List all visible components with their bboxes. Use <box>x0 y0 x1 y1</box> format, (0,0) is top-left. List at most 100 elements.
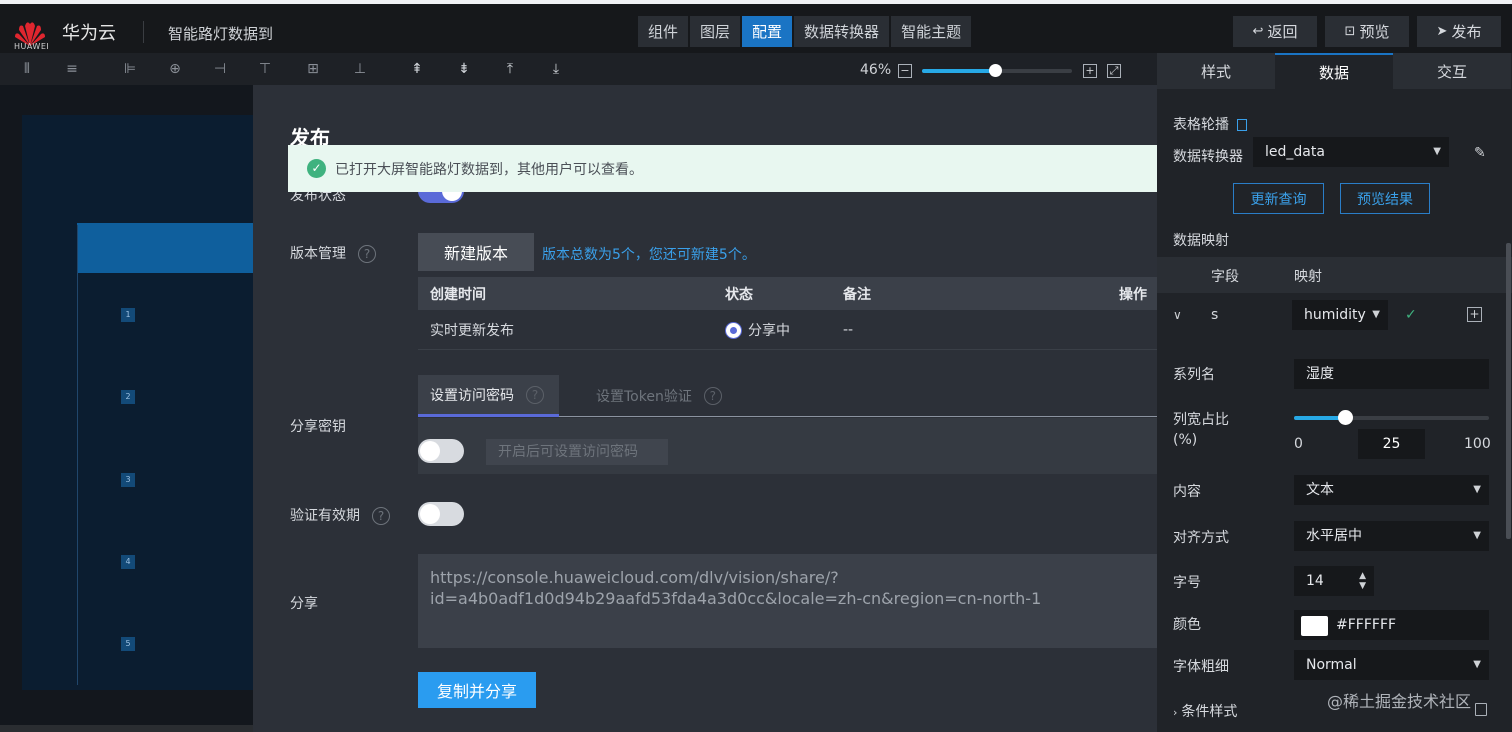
editor-canvas[interactable]: 1 2 3 4 5 <box>0 85 253 732</box>
preview-button[interactable]: ⊡ 预览 <box>1325 16 1409 47</box>
password-input[interactable]: 开启后可设置访问密码 <box>486 439 668 465</box>
stepper-arrows-icon[interactable]: ▲ ▼ <box>1359 571 1366 591</box>
top-bar: HUAWEI 华为云 智能路灯数据到 组件 图层 配置 数据转换器 智能主题 ↩… <box>0 0 1512 53</box>
tab-access-password[interactable]: 设置访问密码? <box>418 375 559 417</box>
bring-to-top-icon[interactable]: ⤒ <box>500 59 520 79</box>
zoom-out-icon[interactable]: − <box>898 64 912 78</box>
canvas-screen[interactable]: 1 2 3 4 5 <box>22 115 253 690</box>
mapping-header: 字段 映射 <box>1157 257 1512 293</box>
publish-button[interactable]: ➤ 发布 <box>1417 16 1501 47</box>
property-tabs: 样式 数据 交互 <box>1157 53 1512 89</box>
tab-data[interactable]: 数据 <box>1275 53 1393 89</box>
move-down-layer-icon[interactable]: ⇟ <box>454 59 474 79</box>
status-text: 分享中 <box>748 322 790 339</box>
font-size-stepper[interactable]: 14 ▲ ▼ <box>1294 566 1374 596</box>
caret-down-icon: ▼ <box>1473 530 1481 541</box>
notice-text: 已打开大屏智能路灯数据到，其他用户可以查看。 <box>335 161 643 178</box>
tab-smart-theme[interactable]: 智能主题 <box>891 16 972 47</box>
content-select[interactable]: 文本 ▼ <box>1294 475 1489 505</box>
send-icon: ➤ <box>1436 24 1448 39</box>
help-icon[interactable]: ? <box>372 507 390 525</box>
check-circle-icon: ✓ <box>307 159 326 178</box>
font-weight-select[interactable]: Normal ▼ <box>1294 650 1489 680</box>
zoom-in-icon[interactable]: + <box>1083 64 1097 78</box>
col-status: 状态 <box>725 286 753 303</box>
align-select[interactable]: 水平居中 ▼ <box>1294 521 1489 551</box>
series-name-label: 系列名 <box>1173 367 1215 383</box>
brand-name[interactable]: 华为云 <box>62 19 116 45</box>
align-toolbar: ⫴ ≡ ⊫ ⊕ ⊣ ⊤ ⊞ ⊥ ⇞ ⇟ ⤒ ⤓ 46% − + ⤢ <box>0 53 1157 85</box>
align-top-icon[interactable]: ⊤ <box>255 59 275 79</box>
align-right-icon[interactable]: ⊣ <box>210 59 230 79</box>
validity-label: 验证有效期? <box>290 505 390 525</box>
success-notice: ✓ 已打开大屏智能路灯数据到，其他用户可以查看。 <box>288 145 1157 192</box>
help-icon[interactable]: ? <box>526 385 544 404</box>
new-version-button[interactable]: 新建版本 <box>418 233 534 271</box>
main-nav: 组件 图层 配置 数据转换器 智能主题 <box>638 16 973 47</box>
condition-style-section[interactable]: › 条件样式 <box>1173 701 1237 721</box>
align-center-icon[interactable]: ⊕ <box>165 59 185 79</box>
share-url-textarea[interactable]: https://console.huaweicloud.com/dlv/visi… <box>418 554 1157 648</box>
font-size-label: 字号 <box>1173 575 1201 591</box>
validity-text: 验证有效期 <box>290 508 360 524</box>
preview-result-button[interactable]: 预览结果 <box>1340 183 1430 214</box>
caret-down-icon: ▼ <box>1433 146 1441 157</box>
tab-token-auth[interactable]: 设置Token验证? <box>596 375 722 417</box>
delete-icon[interactable] <box>1475 703 1487 716</box>
canvas-scrollbar[interactable] <box>0 725 253 732</box>
tab-interaction[interactable]: 交互 <box>1393 53 1511 89</box>
caret-down-icon: ▼ <box>1473 659 1481 670</box>
share-key-tabs: 设置访问密码? 设置Token验证? <box>418 375 1157 417</box>
col-created: 创建时间 <box>430 286 486 303</box>
condition-style-label: 条件样式 <box>1181 704 1238 720</box>
color-swatch[interactable] <box>1301 616 1328 636</box>
align-middle-icon[interactable]: ⊞ <box>303 59 323 79</box>
align-horizontal-center-icon[interactable]: ≡ <box>62 59 82 79</box>
chevron-right-icon: › <box>1173 706 1178 719</box>
update-query-button[interactable]: 更新查询 <box>1233 183 1324 214</box>
font-size-value: 14 <box>1306 573 1324 589</box>
document-icon[interactable] <box>1237 119 1247 131</box>
copy-share-button[interactable]: 复制并分享 <box>418 672 536 708</box>
watermark-text: @稀土掘金技术社区 <box>1327 692 1472 711</box>
align-bottom-icon[interactable]: ⊥ <box>350 59 370 79</box>
back-arrow-icon: ↩ <box>1252 24 1264 39</box>
tab-layers[interactable]: 图层 <box>690 16 741 47</box>
edit-icon[interactable]: ✎ <box>1474 145 1486 161</box>
col-width-unit: (%) <box>1173 432 1198 448</box>
help-icon[interactable]: ? <box>703 387 722 405</box>
canvas-row-number: 4 <box>121 555 135 569</box>
col-width-slider-handle[interactable] <box>1338 410 1353 425</box>
validity-toggle[interactable] <box>418 502 464 526</box>
series-name-input[interactable]: 湿度 <box>1294 359 1489 389</box>
check-icon: ✓ <box>1405 307 1417 323</box>
help-icon[interactable]: ? <box>358 245 376 263</box>
back-button[interactable]: ↩ 返回 <box>1233 16 1317 47</box>
panel-scrollbar[interactable] <box>1506 243 1511 539</box>
send-to-bottom-icon[interactable]: ⤓ <box>546 59 566 79</box>
header-divider <box>143 21 144 43</box>
zoom-slider[interactable] <box>922 64 1072 77</box>
col-width-input[interactable]: 25 <box>1358 429 1425 459</box>
fit-screen-icon[interactable]: ⤢ <box>1107 64 1121 78</box>
move-up-layer-icon[interactable]: ⇞ <box>407 59 427 79</box>
mapping-select[interactable]: humidity ▼ <box>1292 300 1388 330</box>
status-radio[interactable] <box>725 322 742 339</box>
logo-text: HUAWEI <box>14 42 50 51</box>
tab-style[interactable]: 样式 <box>1157 53 1275 89</box>
tab-data-converter[interactable]: 数据转换器 <box>794 16 890 47</box>
password-toggle[interactable] <box>418 439 464 463</box>
col-width-label: 列宽占比 <box>1173 412 1229 428</box>
chevron-down-icon[interactable]: ∨ <box>1173 308 1182 322</box>
content-label: 内容 <box>1173 484 1201 500</box>
col-action: 操作 <box>1119 286 1147 303</box>
tab-config[interactable]: 配置 <box>742 16 793 47</box>
publish-dialog: 发布 发布状态 ✓ 已打开大屏智能路灯数据到，其他用户可以查看。 版本管理? 新… <box>253 85 1157 732</box>
add-icon[interactable]: + <box>1467 307 1482 322</box>
component-name-text: 表格轮播 <box>1173 117 1229 133</box>
zoom-slider-handle[interactable] <box>989 64 1002 77</box>
converter-select[interactable]: led_data ▼ <box>1253 137 1449 167</box>
align-left-edge-icon[interactable]: ⫴ <box>17 59 37 79</box>
tab-components[interactable]: 组件 <box>638 16 689 47</box>
align-left-icon[interactable]: ⊫ <box>120 59 140 79</box>
